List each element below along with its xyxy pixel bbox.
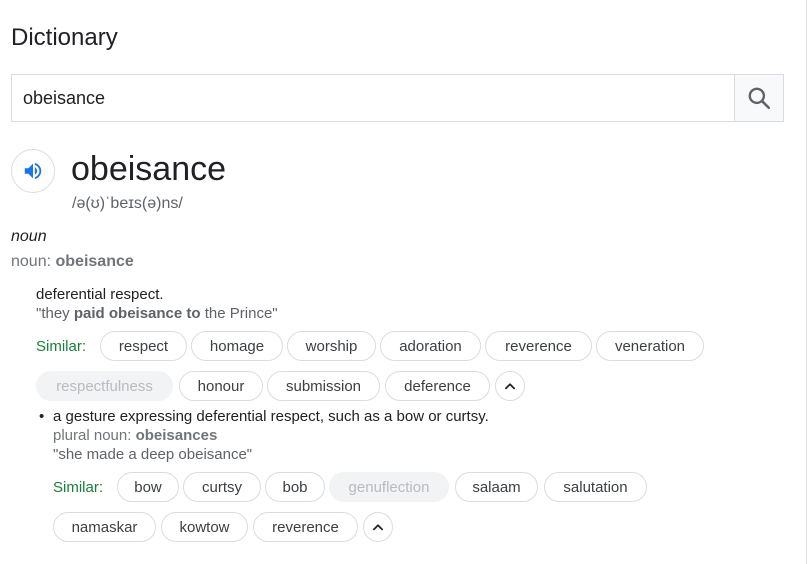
- similar-label-2: Similar:: [53, 479, 104, 496]
- chevron-up-icon: [373, 524, 383, 531]
- pronunciation-button[interactable]: [11, 149, 55, 193]
- synonym-chip[interactable]: reverence: [253, 512, 358, 542]
- synonym-chip[interactable]: reverence: [485, 331, 592, 361]
- search-box: [11, 74, 784, 122]
- synonym-chip[interactable]: curtsy: [183, 472, 261, 502]
- definition-2: a gesture expressing deferential respect…: [53, 408, 489, 425]
- part-of-speech: noun: [11, 228, 47, 245]
- right-divider: [806, 0, 807, 564]
- search-button[interactable]: [734, 75, 783, 121]
- synonym-chip[interactable]: salaam: [455, 472, 538, 502]
- synonym-chip[interactable]: respect: [100, 331, 187, 361]
- plural-prefix: plural noun:: [53, 427, 132, 444]
- collapse-synonyms-button[interactable]: [495, 371, 525, 401]
- example-1-text: the Prince": [200, 305, 278, 322]
- synonym-chip[interactable]: adoration: [380, 331, 481, 361]
- synonym-chip[interactable]: submission: [267, 371, 380, 401]
- synonym-chip[interactable]: honour: [179, 371, 263, 401]
- plural-form: plural noun: obeisances: [53, 427, 217, 444]
- synonym-chip[interactable]: bow: [117, 472, 179, 502]
- example-1: "they paid obeisance to the Prince": [36, 305, 278, 322]
- search-icon: [748, 87, 771, 110]
- plural-word: obeisances: [135, 427, 218, 444]
- noun-word: obeisance: [55, 253, 134, 270]
- noun-prefix: noun:: [11, 253, 52, 270]
- noun-form: noun: obeisance: [11, 253, 134, 271]
- bullet: •: [39, 408, 45, 425]
- example-1-bold: obeisance to: [108, 305, 201, 322]
- synonym-chip[interactable]: salutation: [544, 472, 647, 502]
- synonym-chip[interactable]: worship: [287, 331, 376, 361]
- synonym-chip[interactable]: homage: [191, 331, 283, 361]
- example-1-text: "they: [36, 305, 74, 322]
- example-1-bold: paid: [73, 305, 105, 322]
- search-input[interactable]: [12, 75, 736, 121]
- synonym-chip-disabled: genuflection: [329, 472, 449, 502]
- synonym-chip[interactable]: veneration: [596, 331, 704, 361]
- similar-label-1: Similar:: [36, 338, 87, 355]
- synonym-chip[interactable]: namaskar: [53, 512, 156, 542]
- example-2: "she made a deep obeisance": [53, 446, 253, 463]
- phonetic: /ə(ʊ)ˈbeɪs(ə)ns/: [72, 195, 183, 212]
- synonym-chip[interactable]: kowtow: [161, 512, 248, 542]
- dictionary-title: Dictionary: [11, 24, 118, 51]
- speaker-icon: [24, 162, 42, 180]
- headword: obeisance: [71, 150, 227, 188]
- collapse-synonyms-button[interactable]: [363, 512, 393, 542]
- synonym-chip-disabled: respectfulness: [36, 371, 173, 401]
- synonym-chip[interactable]: deference: [385, 371, 490, 401]
- chevron-up-icon: [505, 383, 515, 390]
- definition-1: deferential respect.: [36, 286, 164, 303]
- synonym-chip[interactable]: bob: [265, 472, 325, 502]
